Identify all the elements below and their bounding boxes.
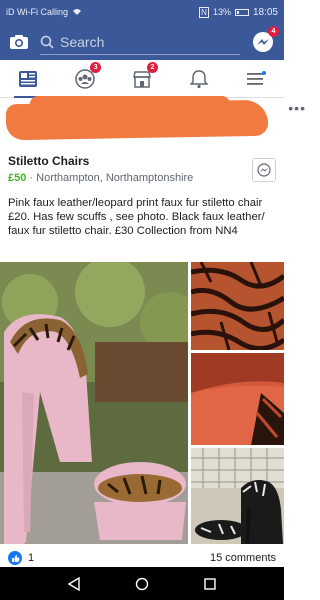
- top-app-bar: Search 4: [0, 24, 284, 60]
- marketplace-listing: Stiletto Chairs £50 · Northampton, North…: [0, 150, 284, 238]
- home-icon[interactable]: [135, 577, 149, 591]
- search-placeholder: Search: [60, 33, 105, 50]
- redaction-mark: [5, 99, 269, 141]
- tab-news-feed[interactable]: [8, 62, 48, 98]
- battery-icon: [234, 8, 249, 16]
- status-bar: iD Wi-Fi Calling N 13% 18:05: [0, 0, 284, 24]
- recents-icon[interactable]: [203, 577, 217, 591]
- search-icon: [40, 35, 54, 49]
- listing-title[interactable]: Stiletto Chairs: [8, 154, 276, 168]
- camera-icon[interactable]: [8, 31, 30, 53]
- like-count[interactable]: 1: [28, 552, 34, 564]
- groups-badge: 3: [90, 61, 102, 73]
- photo-gallery: [0, 262, 284, 544]
- system-nav-bar: [0, 567, 284, 600]
- news-feed-icon: [19, 70, 38, 87]
- listing-meta: £50 · Northampton, Northamptonshire: [8, 172, 276, 184]
- tab-groups[interactable]: 3: [65, 61, 105, 96]
- tab-marketplace[interactable]: 2: [122, 61, 162, 96]
- search-input[interactable]: Search: [40, 29, 240, 55]
- comment-count[interactable]: 15 comments: [210, 552, 276, 564]
- reaction-summary: 1 15 comments: [0, 549, 284, 567]
- nfc-icon: N: [199, 6, 209, 18]
- bell-icon: [189, 69, 208, 88]
- clock: 18:05: [252, 6, 278, 18]
- tab-notifications[interactable]: [179, 62, 219, 96]
- messenger-badge: 4: [268, 26, 279, 37]
- listing-description: Pink faux leather/leopard print faux fur…: [8, 197, 265, 237]
- listing-photo-4[interactable]: [191, 448, 284, 544]
- listing-photo-2[interactable]: [191, 262, 284, 350]
- message-seller-button[interactable]: [252, 158, 276, 182]
- back-icon[interactable]: [67, 576, 81, 591]
- wifi-icon: [73, 9, 82, 15]
- more-options-icon[interactable]: •••: [288, 100, 306, 116]
- messenger-icon: [257, 163, 271, 177]
- messenger-button[interactable]: 4: [250, 26, 279, 55]
- tab-bar: 3 2: [0, 60, 284, 98]
- listing-photo-3[interactable]: [191, 353, 284, 445]
- battery-percent: 13%: [212, 7, 231, 17]
- listing-photo-main[interactable]: [0, 262, 188, 544]
- like-icon: [8, 551, 22, 565]
- listing-price: £50: [8, 172, 27, 184]
- menu-icon: [246, 70, 266, 85]
- carrier-label: iD Wi-Fi Calling: [6, 7, 69, 17]
- listing-location: Northampton, Northamptonshire: [36, 172, 194, 184]
- tab-menu[interactable]: [236, 62, 276, 96]
- marketplace-badge: 2: [146, 61, 158, 73]
